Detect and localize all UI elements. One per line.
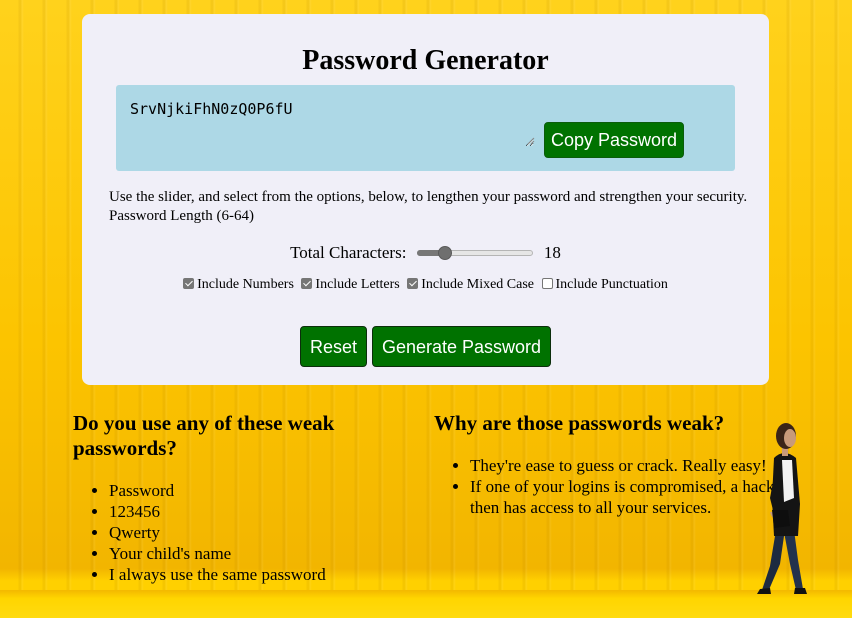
background-floor [0, 590, 852, 618]
password-panel: Copy Password [116, 85, 735, 171]
list-item: 123456 [109, 501, 429, 522]
option-label: Include Mixed Case [421, 277, 535, 292]
option-label: Include Punctuation [555, 277, 668, 292]
length-label: Total Characters: [290, 243, 407, 263]
page-title: Password Generator [302, 45, 549, 76]
checkbox-include-numbers[interactable] [183, 278, 195, 289]
option-include-mixed-case[interactable]: Include Mixed Case [407, 276, 534, 294]
list-item: They're ease to guess or crack. Really e… [470, 455, 800, 476]
copy-password-button[interactable]: Copy Password [544, 122, 684, 158]
checkbox-include-letters[interactable] [301, 278, 313, 289]
checkbox-include-punctuation[interactable] [541, 278, 553, 289]
list-item: If one of your logins is compromised, a … [470, 476, 800, 518]
instructions-text: Use the slider, and select from the opti… [109, 189, 748, 224]
resize-grip-icon[interactable] [527, 137, 535, 145]
option-label: Include Letters [315, 277, 400, 292]
option-include-punctuation[interactable]: Include Punctuation [541, 276, 668, 294]
slider-thumb[interactable] [437, 246, 452, 261]
length-slider[interactable] [416, 245, 533, 261]
option-label: Include Numbers [197, 277, 294, 292]
list-item: Qwerty [109, 522, 429, 543]
option-include-letters[interactable]: Include Letters [301, 276, 400, 294]
walking-person-image [757, 423, 807, 594]
generate-password-button[interactable]: Generate Password [372, 326, 551, 367]
weak-passwords-list: Password 123456 Qwerty Your child's name… [73, 480, 429, 585]
list-item: Your child's name [109, 543, 429, 564]
weak-passwords-heading: Do you use any of these weak passwords? [73, 411, 335, 460]
length-control: Total Characters: 18 [82, 241, 769, 264]
why-weak-list: They're ease to guess or crack. Really e… [434, 455, 800, 518]
password-output[interactable] [124, 95, 534, 147]
option-include-numbers[interactable]: Include Numbers [183, 276, 294, 294]
password-generator-card: Password Generator Copy Password Use the… [82, 14, 769, 385]
list-item: Password [109, 480, 429, 501]
options-row: Include Numbers Include Letters Include … [82, 276, 769, 294]
why-weak-heading: Why are those passwords weak? [434, 411, 725, 435]
checkbox-include-mixed-case[interactable] [407, 278, 419, 289]
reset-button[interactable]: Reset [300, 326, 367, 367]
list-item: I always use the same password [109, 564, 429, 585]
length-value: 18 [543, 243, 561, 263]
